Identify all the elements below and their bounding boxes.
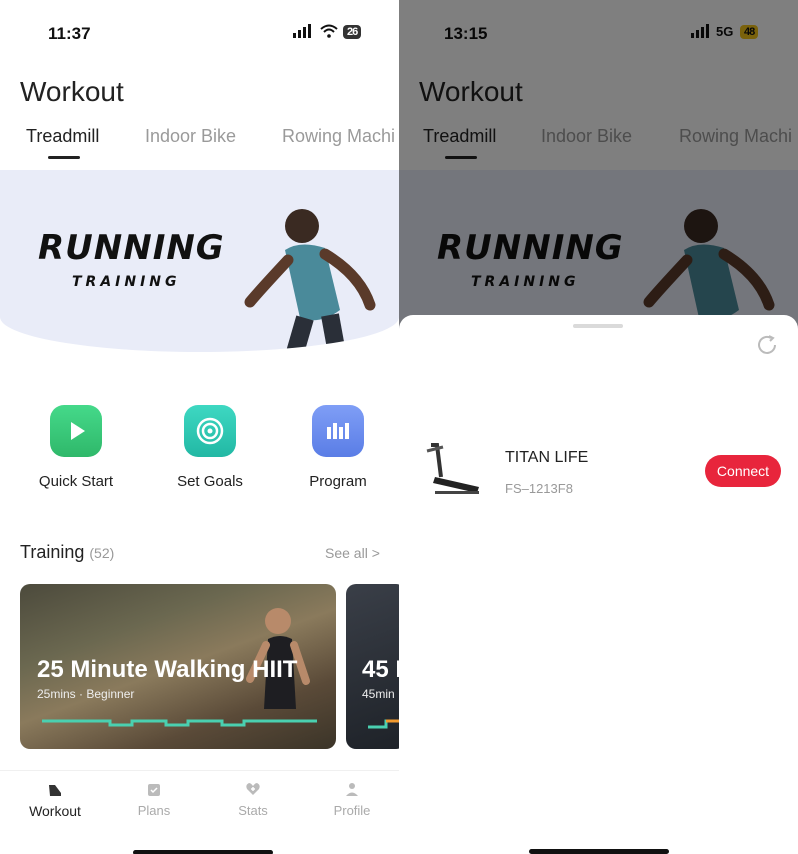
program-button[interactable]: Program	[283, 405, 393, 490]
training-card[interactable]: 45 I 45min	[346, 584, 399, 749]
equipment-tabs: Treadmill Indoor Bike Rowing Machi	[26, 126, 399, 166]
page-title: Workout	[20, 76, 124, 107]
hero-subtitle: TRAINING	[72, 274, 181, 290]
hero-banner[interactable]: RUNNING TRAINING	[0, 170, 399, 352]
card-title: 25 Minute Walking HIIT	[37, 656, 298, 683]
shoe-icon	[15, 781, 95, 799]
tab-indoor-bike[interactable]: Indoor Bike	[145, 126, 236, 147]
intensity-graph	[368, 719, 399, 729]
nav-stats[interactable]: Stats	[213, 781, 293, 818]
play-icon	[50, 405, 102, 457]
calendar-icon	[114, 781, 194, 799]
home-indicator	[133, 850, 273, 854]
heart-icon	[213, 781, 293, 799]
training-count: (52)	[89, 545, 115, 561]
program-label: Program	[309, 473, 367, 490]
nav-plans-label: Plans	[137, 803, 171, 818]
nav-profile[interactable]: Profile	[312, 781, 392, 818]
nav-profile-label: Profile	[333, 803, 371, 818]
target-icon	[184, 405, 236, 457]
training-section-title: Training (52)	[20, 542, 114, 563]
device-model: FS–1213F8	[505, 481, 573, 496]
tab-rowing-machine[interactable]: Rowing Machi	[282, 126, 395, 147]
card-title: 45 I	[362, 656, 399, 683]
quick-start-label: Quick Start	[38, 473, 114, 490]
hero-title: RUNNING	[38, 228, 225, 268]
home-indicator	[529, 849, 669, 854]
card-subtitle: 25mins · Beginner	[37, 687, 135, 701]
program-icon	[312, 405, 364, 457]
connect-button[interactable]: Connect	[705, 455, 781, 487]
status-time: 11:37	[48, 24, 91, 43]
signal-icon	[293, 24, 313, 41]
wifi-icon	[320, 24, 338, 41]
set-goals-button[interactable]: Set Goals	[155, 405, 265, 490]
bottom-nav: Workout Plans Stats Profile	[0, 770, 399, 854]
nav-workout[interactable]: Workout	[15, 781, 95, 819]
quick-start-button[interactable]: Quick Start	[21, 405, 131, 490]
see-all-link[interactable]: See all >	[325, 545, 380, 561]
tab-treadmill[interactable]: Treadmill	[26, 126, 99, 147]
active-tab-indicator	[48, 156, 80, 159]
intensity-graph	[42, 719, 317, 727]
training-label: Training	[20, 542, 85, 562]
device-name: TITAN LIFE	[505, 449, 589, 466]
workout-screen: 11:37 26 Workout Treadmill Indoor Bike R…	[0, 0, 399, 854]
person-icon	[312, 781, 392, 799]
quick-actions: Quick Start Set Goals Program	[0, 405, 399, 505]
battery-indicator: 26	[343, 23, 362, 40]
nav-plans[interactable]: Plans	[114, 781, 194, 818]
runner-illustration	[244, 209, 376, 352]
card-subtitle: 45min	[362, 687, 395, 701]
treadmill-icon	[421, 441, 481, 506]
sheet-drag-handle[interactable]	[573, 324, 623, 328]
status-bar: 11:37 26	[0, 0, 399, 70]
device-connect-screen: 13:15 5G 48 Workout Treadmill Indoor Bik…	[399, 0, 798, 854]
device-bottom-sheet: TITAN LIFE FS–1213F8 Connect	[399, 315, 798, 854]
set-goals-label: Set Goals	[177, 473, 243, 490]
nav-stats-label: Stats	[238, 803, 268, 818]
training-card[interactable]: 25 Minute Walking HIIT 25mins · Beginner	[20, 584, 336, 749]
refresh-icon[interactable]	[755, 333, 779, 362]
nav-workout-label: Workout	[29, 803, 81, 819]
